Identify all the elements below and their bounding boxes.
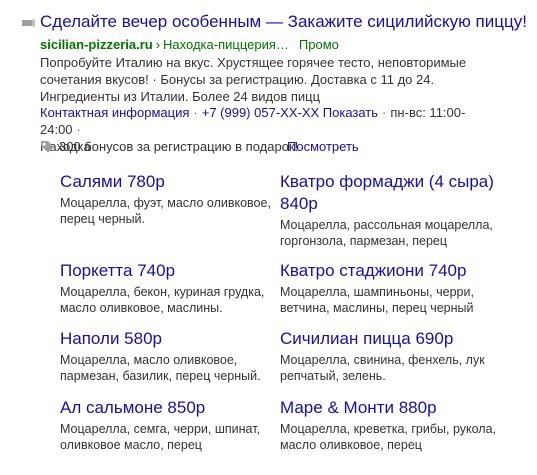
menu-item: Поркетта 740р Моцарелла, бекон, куриная … <box>60 260 285 316</box>
ad-description: Попробуйте Италию на вкус. Хрустящее гор… <box>40 55 467 104</box>
menu-item-description: Моцарелла, семга, черри, шпинат, оливков… <box>60 422 261 452</box>
menu-item-title-link[interactable]: Сичилиан пицца 690р <box>280 328 505 350</box>
menu-item: Сичилиан пицца 690р Моцарелла, свинина, … <box>280 328 505 384</box>
promo-label: Промо <box>298 37 339 52</box>
ad-breadcrumb-link[interactable]: Находка-пиццерия… <box>163 37 289 52</box>
menu-item-title-link[interactable]: Салями 780р <box>60 171 285 193</box>
ad-domain-link[interactable]: sicilian-pizzeria.ru <box>40 37 153 52</box>
menu-item: Кватро стаджиони 740р Моцарелла, шампинь… <box>280 260 505 316</box>
menu-item-title-link[interactable]: Кватро стаджиони 740р <box>280 260 505 282</box>
menu-item-title-link[interactable]: Ал сальмоне 850р <box>60 397 285 419</box>
site-favicon-icon <box>22 19 35 27</box>
bonus-text: 300 бонусов за регистрацию в подарок! <box>59 139 299 154</box>
menu-item-description: Моцарелла, рассольная моцарелла, горгонз… <box>280 218 493 248</box>
bonus-view-link[interactable]: Посмотреть <box>287 138 359 155</box>
breadcrumb-separator: › <box>155 37 161 52</box>
contact-info-link[interactable]: Контактная информация <box>40 105 189 120</box>
menu-item-title-link[interactable]: Маре & Монти 880р <box>280 397 505 419</box>
ad-url-line: sicilian-pizzeria.ru › Находка-пиццерия… Пр… <box>40 37 339 53</box>
tag-icon <box>41 141 54 153</box>
ad-result: Сделайте вечер особенным — Закажите сици… <box>0 0 537 475</box>
menu-item-description: Моцарелла, бекон, куриная грудка, масло … <box>60 285 265 315</box>
menu-item-title-link[interactable]: Кватро формаджи (4 сыра) 840р <box>280 171 505 215</box>
phone-show-link[interactable]: +7 (999) 057-XX-XX Показать <box>202 105 378 120</box>
contacts-separator: · <box>193 105 198 120</box>
menu-item-title-link[interactable]: Поркетта 740р <box>60 260 285 282</box>
menu-item: Наполи 580р Моцарелла, масло оливковое, … <box>60 328 285 384</box>
menu-item-description: Моцарелла, свинина, фенхель, лук репчаты… <box>280 353 485 383</box>
menu-item-description: Моцарелла, креветка, грибы, рукола, масл… <box>280 422 497 452</box>
menu-item-title-link[interactable]: Наполи 580р <box>60 328 285 350</box>
menu-item-description: Моцарелла, шампиньоны, черри, ветчина, м… <box>280 285 474 315</box>
menu-item: Кватро формаджи (4 сыра) 840р Моцарелла,… <box>280 171 505 249</box>
menu-item: Салями 780р Моцарелла, фуэт, масло оливк… <box>60 171 285 227</box>
contacts-separator: · <box>382 105 387 120</box>
menu-item: Ал сальмоне 850р Моцарелла, семга, черри… <box>60 397 285 453</box>
menu-item: Маре & Монти 880р Моцарелла, креветка, г… <box>280 397 505 453</box>
ad-title-link[interactable]: Сделайте вечер особенным — Закажите сици… <box>40 11 527 33</box>
menu-item-description: Моцарелла, фуэт, масло оливковое, перец … <box>60 196 271 226</box>
menu-item-description: Моцарелла, масло оливковое, пармезан, ба… <box>60 353 261 383</box>
contacts-separator: · <box>76 122 81 137</box>
